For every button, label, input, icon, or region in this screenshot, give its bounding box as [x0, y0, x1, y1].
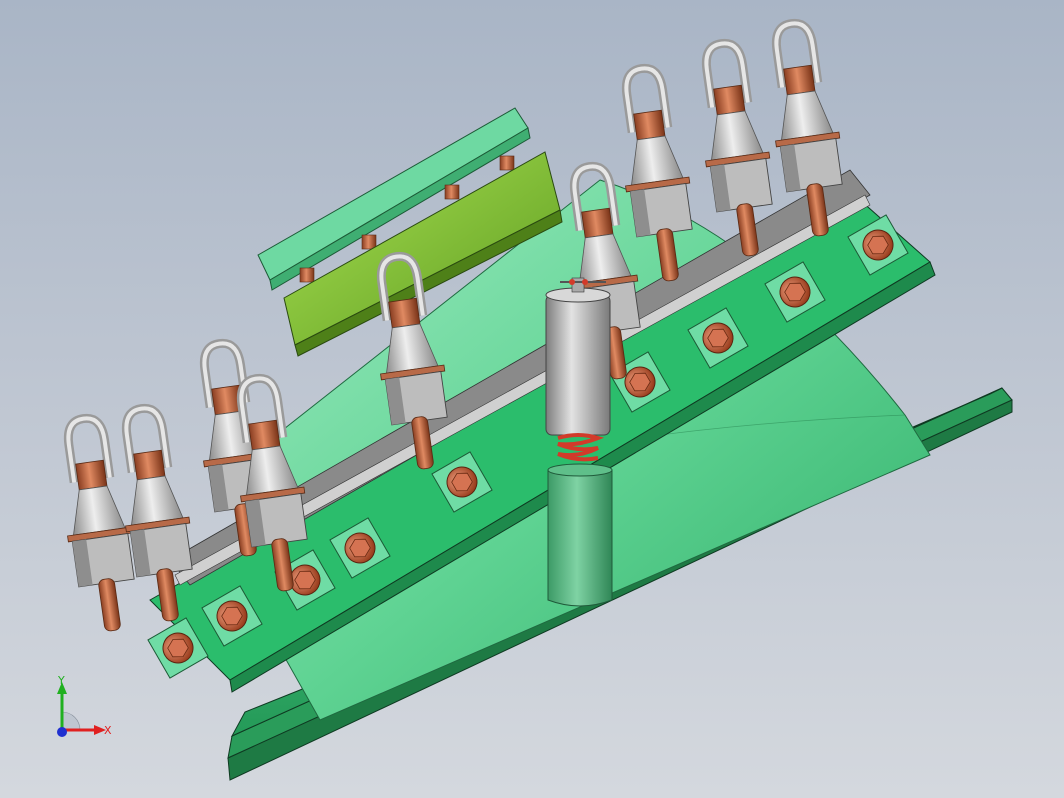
z-axis-dot-icon [57, 727, 67, 737]
spring-cylinder[interactable] [545, 277, 611, 436]
y-axis-label: Y [57, 674, 65, 687]
triad-plane-icon [61, 711, 81, 731]
support-post[interactable] [547, 463, 613, 607]
x-axis-label: X [104, 724, 112, 737]
coordinate-triad: Y X [40, 672, 130, 752]
cad-viewport[interactable]: Y X [0, 0, 1064, 798]
assembly-model-view[interactable] [0, 0, 1064, 798]
